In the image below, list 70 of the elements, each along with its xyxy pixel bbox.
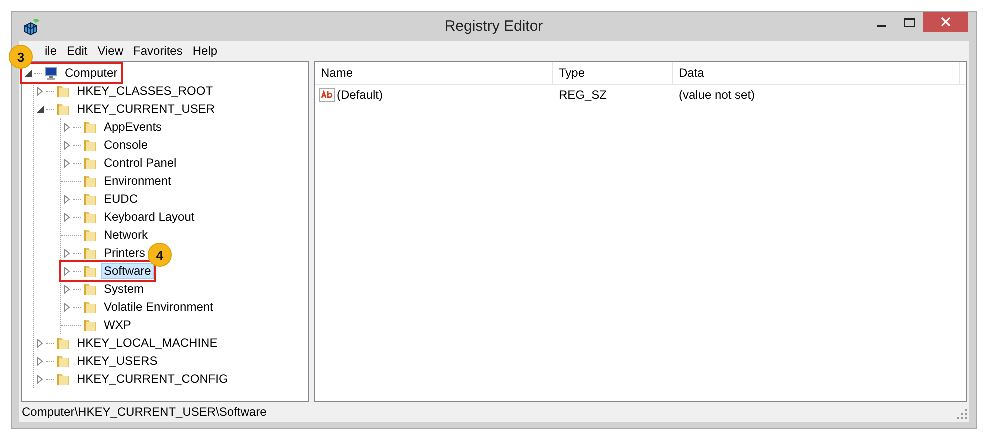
- folder-icon: [82, 173, 98, 189]
- column-header[interactable]: Name: [315, 62, 553, 84]
- tree-item[interactable]: Volatile Environment: [101, 299, 216, 315]
- tree-item[interactable]: System: [101, 281, 148, 297]
- tree-item[interactable]: WXP: [101, 317, 134, 333]
- expand-arrow-icon[interactable]: [61, 211, 73, 223]
- expand-arrow-icon[interactable]: [61, 247, 73, 259]
- folder-icon: [82, 227, 98, 243]
- expand-arrow-icon[interactable]: [61, 157, 73, 169]
- tree-item[interactable]: Console: [101, 137, 152, 153]
- folder-icon: [55, 335, 71, 351]
- tree-item[interactable]: HKEY_CURRENT_CONFIG: [74, 371, 232, 387]
- expand-arrow-icon[interactable]: [34, 355, 46, 367]
- tree-item[interactable]: Computer: [62, 65, 121, 81]
- maximize-icon: [904, 18, 914, 28]
- expand-arrow-icon[interactable]: [34, 85, 46, 97]
- expand-arrow-icon[interactable]: [61, 193, 73, 205]
- tree-item[interactable]: HKEY_USERS: [74, 353, 161, 369]
- tree-item[interactable]: Control Panel: [101, 155, 180, 171]
- folder-icon: [82, 299, 98, 315]
- table-cell: REG_SZ: [559, 88, 608, 102]
- folder-icon: [82, 137, 98, 153]
- tree-item[interactable]: Software: [101, 263, 154, 279]
- close-button[interactable]: [923, 12, 968, 32]
- table-cell: (Default): [337, 88, 384, 102]
- tree-item[interactable]: HKEY_LOCAL_MACHINE: [74, 335, 221, 351]
- menu-item[interactable]: View: [92, 44, 128, 58]
- column-header[interactable]: Type: [553, 62, 673, 84]
- folder-icon: [82, 245, 98, 261]
- expand-arrow-icon[interactable]: [61, 121, 73, 133]
- tree-item[interactable]: Network: [101, 227, 152, 243]
- column-header[interactable]: Data: [673, 62, 960, 84]
- expand-arrow-icon[interactable]: [34, 337, 46, 349]
- expand-arrow-icon[interactable]: [34, 373, 46, 385]
- expand-arrow-icon[interactable]: [61, 139, 73, 151]
- menu-item[interactable]: Edit: [62, 44, 93, 58]
- table-cell: (value not set): [679, 88, 756, 102]
- folder-icon: [82, 281, 98, 297]
- folder-icon: [82, 317, 98, 333]
- folder-icon: [82, 191, 98, 207]
- expand-arrow-icon[interactable]: [61, 283, 73, 295]
- step-badge: 3: [9, 45, 33, 69]
- folder-icon: [55, 353, 71, 369]
- tree-item[interactable]: Environment: [101, 173, 174, 189]
- menu-item[interactable]: Help: [188, 44, 223, 58]
- tree-item[interactable]: Printers: [101, 245, 148, 261]
- folder-icon: [82, 155, 98, 171]
- folder-icon: [82, 263, 98, 279]
- tree-item[interactable]: EUDC: [101, 191, 142, 207]
- expand-arrow-icon[interactable]: [61, 301, 73, 313]
- folder-icon: [55, 101, 71, 117]
- close-icon: [940, 17, 950, 27]
- folder-icon: [55, 371, 71, 387]
- tree-item[interactable]: HKEY_CURRENT_USER: [74, 101, 218, 117]
- tree-item[interactable]: AppEvents: [101, 119, 166, 135]
- string-value-icon: [319, 88, 335, 102]
- menu-item[interactable]: Favorites: [128, 44, 188, 58]
- tree-item[interactable]: HKEY_CLASSES_ROOT: [74, 83, 216, 99]
- registry-cubes-icon: [23, 18, 41, 36]
- minimize-icon: [876, 25, 886, 27]
- folder-icon: [55, 83, 71, 99]
- tree-item[interactable]: Keyboard Layout: [101, 209, 198, 225]
- menu-item[interactable]: ile: [40, 44, 62, 58]
- expand-arrow-icon[interactable]: [61, 265, 73, 277]
- resize-grip-icon[interactable]: [957, 409, 967, 419]
- window-title: Registry Editor: [444, 18, 544, 35]
- folder-icon: [82, 209, 98, 225]
- computer-icon: [43, 65, 59, 81]
- folder-icon: [82, 119, 98, 135]
- status-path: Computer\HKEY_CURRENT_USER\Software: [22, 405, 267, 419]
